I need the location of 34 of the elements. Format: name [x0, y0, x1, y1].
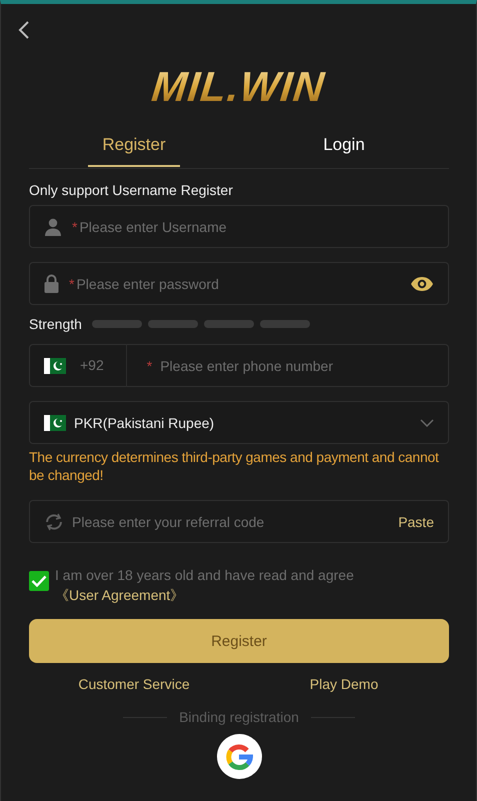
- back-icon[interactable]: [17, 20, 31, 40]
- strength-bar: [204, 320, 254, 328]
- user-agreement-link[interactable]: 《User Agreement》: [55, 585, 184, 605]
- register-button[interactable]: Register: [29, 619, 449, 663]
- password-input[interactable]: Please enter password: [76, 276, 402, 292]
- binding-label: Binding registration: [179, 709, 299, 725]
- required-mark: *: [72, 218, 78, 234]
- tab[interactable]: Login: [239, 130, 449, 168]
- flag-icon: [44, 358, 66, 374]
- eye-icon[interactable]: [410, 276, 434, 292]
- lock-icon: [44, 274, 59, 293]
- user-icon: [44, 218, 62, 236]
- cycle-icon: [44, 512, 64, 530]
- footer-link[interactable]: Customer Service: [78, 676, 190, 692]
- chevron-down-icon: [420, 418, 434, 426]
- referral-field[interactable]: Please enter your referral code Paste: [29, 500, 449, 543]
- google-button[interactable]: [216, 734, 262, 779]
- strength-bar: [148, 320, 198, 328]
- footer-link[interactable]: Play Demo: [310, 676, 378, 692]
- google-icon: [225, 742, 253, 770]
- notice-text: Only support Username Register: [29, 182, 234, 198]
- strength-bar: [260, 320, 310, 328]
- currency-select[interactable]: PKR(Pakistani Rupee): [29, 401, 449, 444]
- currency-warning: The currency determines third-party games and payment and cannot be changed!: [29, 448, 440, 484]
- strength-bar: [92, 320, 142, 328]
- required-mark: *: [69, 276, 74, 292]
- tab[interactable]: Register: [29, 130, 239, 168]
- username-input[interactable]: Please enter Username: [79, 218, 434, 234]
- paste-button[interactable]: Paste: [398, 514, 434, 530]
- agreement-text: I am over 18 years old and have read and agree 《User Agreement》: [55, 566, 355, 605]
- agreement-checkbox[interactable]: [29, 571, 49, 591]
- flag-icon: [44, 414, 66, 430]
- strength-label: Strength: [29, 316, 82, 332]
- required-mark: *: [146, 358, 152, 374]
